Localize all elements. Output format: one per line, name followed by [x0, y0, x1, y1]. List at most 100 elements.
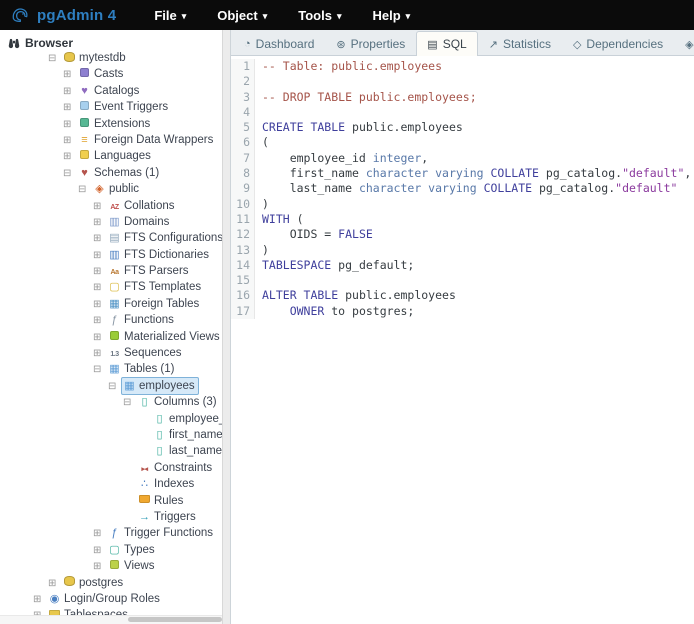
code-line-6: 6( — [231, 135, 694, 150]
tree-item-fts-templates[interactable]: ⊞▢FTS Templates — [0, 278, 222, 294]
collapse-icon[interactable]: ⊟ — [108, 379, 121, 395]
tree-item-sequences[interactable]: ⊞1.3Sequences — [0, 344, 222, 360]
code-text: last_name character varying COLLATE pg_c… — [255, 181, 677, 196]
tab-statistics[interactable]: ↗Statistics — [478, 31, 562, 56]
tree-item-indexes[interactable]: ∴Indexes — [0, 475, 222, 491]
tree-item-tables-1[interactable]: ⊟▦Tables (1) — [0, 360, 222, 376]
fts-configurations-icon: ▤ — [107, 230, 122, 246]
tree-item-schemas-1[interactable]: ⊟♥Schemas (1) — [0, 164, 222, 180]
line-number: 10 — [231, 197, 255, 212]
collapse-icon[interactable]: ⊟ — [78, 182, 91, 198]
tree-item-label: Domains — [122, 216, 169, 228]
tree-item-label: Indexes — [152, 478, 194, 490]
catalogs-icon: ♥ — [77, 83, 92, 99]
tree-item-label: FTS Configurations — [122, 232, 222, 244]
app-title: pgAdmin 4 — [37, 7, 116, 24]
chevron-down-icon: ▾ — [337, 11, 342, 22]
binoculars-icon — [8, 38, 20, 49]
code-text: ( — [255, 135, 269, 150]
fts-templates-icon: ▢ — [107, 279, 122, 295]
tree-item-label: Triggers — [152, 511, 196, 523]
tree-item-foreign-tables[interactable]: ⊞▦Foreign Tables — [0, 295, 222, 311]
tree-item-label: Tables (1) — [122, 363, 175, 375]
tab-dashboard[interactable]: ◔Dashboard — [233, 31, 325, 56]
tree-item-rules[interactable]: Rules — [0, 492, 222, 508]
tree-item-label: Columns (3) — [152, 396, 217, 408]
horizontal-scrollbar[interactable] — [0, 615, 222, 624]
line-number: 14 — [231, 258, 255, 273]
collapse-icon[interactable]: ⊟ — [93, 362, 106, 378]
tree-item-login-group-roles[interactable]: ⊞◉Login/Group Roles — [0, 590, 222, 606]
tree-item-fts-dictionaries[interactable]: ⊞▥FTS Dictionaries — [0, 246, 222, 262]
tree-item-collations[interactable]: ⊞AZCollations — [0, 197, 222, 213]
collapse-icon[interactable]: ⊟ — [63, 166, 76, 182]
scrollbar-thumb[interactable] — [128, 617, 222, 622]
tree-item-types[interactable]: ⊞▢Types — [0, 541, 222, 557]
dependencies-icon: ◇ — [573, 38, 581, 51]
tree-item-functions[interactable]: ⊞ƒFunctions — [0, 311, 222, 327]
tree-item-label: Foreign Tables — [122, 298, 199, 310]
line-number: 2 — [231, 74, 255, 89]
tree-item-event-triggers[interactable]: ⊞Event Triggers — [0, 98, 222, 114]
tab-bar: ◔Dashboard ⊛Properties ▤SQL ↗Statistics … — [231, 30, 694, 56]
code-line-17: 17 OWNER to postgres; — [231, 304, 694, 319]
tree-item-catalogs[interactable]: ⊞♥Catalogs — [0, 82, 222, 98]
menu-tools[interactable]: Tools▾ — [298, 8, 341, 23]
dependents-icon: ◈ — [685, 38, 693, 51]
tab-sql[interactable]: ▤SQL — [416, 31, 477, 56]
tree-item-label: first_name — [167, 429, 222, 441]
tree-item-label: FTS Parsers — [122, 265, 189, 277]
tree-item-label: Views — [122, 560, 154, 572]
tree-item-trigger-functions[interactable]: ⊞ƒTrigger Functions — [0, 524, 222, 540]
tree-item-postgres[interactable]: ⊞postgres — [0, 574, 222, 590]
dashboard-icon: ◔ — [244, 38, 251, 50]
tree-item-casts[interactable]: ⊞Casts — [0, 65, 222, 81]
database-icon — [62, 575, 77, 591]
tree-item-employee-id[interactable]: ▯employee_id — [0, 410, 222, 426]
tree-item-label: Functions — [122, 314, 174, 326]
tree-item-foreign-data-wrappers[interactable]: ⊞≡Foreign Data Wrappers — [0, 131, 222, 147]
table-icon: ▦ — [122, 378, 137, 394]
line-number: 9 — [231, 181, 255, 196]
tree-item-employees[interactable]: ⊟▦employees — [0, 377, 222, 393]
tree-item-extensions[interactable]: ⊞Extensions — [0, 115, 222, 131]
tree-item-columns-3[interactable]: ⊟▯Columns (3) — [0, 393, 222, 409]
chevron-down-icon: ▾ — [263, 11, 268, 22]
main-panel: ◔Dashboard ⊛Properties ▤SQL ↗Statistics … — [231, 30, 694, 624]
tree-item-last-name[interactable]: ▯last_name — [0, 442, 222, 458]
tree-item-domains[interactable]: ⊞▥Domains — [0, 213, 222, 229]
code-text: OWNER to postgres; — [255, 304, 414, 319]
menu-object[interactable]: Object▾ — [217, 8, 267, 23]
tree-item-languages[interactable]: ⊞Languages — [0, 147, 222, 163]
tree-item-fts-parsers[interactable]: ⊞AaFTS Parsers — [0, 262, 222, 278]
tab-dependencies[interactable]: ◇Dependencies — [562, 31, 674, 56]
menu-file[interactable]: File▾ — [154, 8, 186, 23]
tree-item-label: employee_id — [167, 413, 222, 425]
tree-item-views[interactable]: ⊞Views — [0, 557, 222, 573]
tree-item-constraints[interactable]: ▸◂Constraints — [0, 459, 222, 475]
event-triggers-icon — [77, 99, 92, 115]
tab-dependents[interactable]: ◈Dependents — [674, 31, 694, 56]
tree-item-first-name[interactable]: ▯first_name — [0, 426, 222, 442]
code-text: -- DROP TABLE public.employees; — [255, 90, 477, 105]
sql-editor[interactable]: 1-- Table: public.employees23-- DROP TAB… — [231, 56, 694, 624]
code-line-12: 12 OIDS = FALSE — [231, 227, 694, 242]
tree-item-public[interactable]: ⊟◈public — [0, 180, 222, 196]
tab-properties[interactable]: ⊛Properties — [325, 31, 416, 56]
tree-item-fts-configurations[interactable]: ⊞▤FTS Configurations — [0, 229, 222, 245]
menu-help[interactable]: Help▾ — [372, 8, 410, 23]
code-text: -- Table: public.employees — [255, 59, 442, 74]
code-text — [255, 105, 262, 120]
collapse-icon[interactable]: ⊟ — [123, 395, 136, 411]
chevron-down-icon: ▾ — [182, 11, 187, 22]
menubar: File▾ Object▾ Tools▾ Help▾ — [154, 8, 441, 23]
tree-item-mytestdb[interactable]: ⊟mytestdb — [0, 49, 222, 65]
tree-item-triggers[interactable]: →Triggers — [0, 508, 222, 524]
collapse-icon[interactable]: ⊟ — [48, 51, 61, 67]
tree-item-materialized-views[interactable]: ⊞Materialized Views — [0, 328, 222, 344]
code-text: OIDS = FALSE — [255, 227, 373, 242]
code-line-8: 8 first_name character varying COLLATE p… — [231, 166, 694, 181]
tree-item-label: Event Triggers — [92, 101, 168, 113]
panel-resize-handle[interactable] — [222, 30, 231, 624]
tree-item-label: Foreign Data Wrappers — [92, 134, 213, 146]
